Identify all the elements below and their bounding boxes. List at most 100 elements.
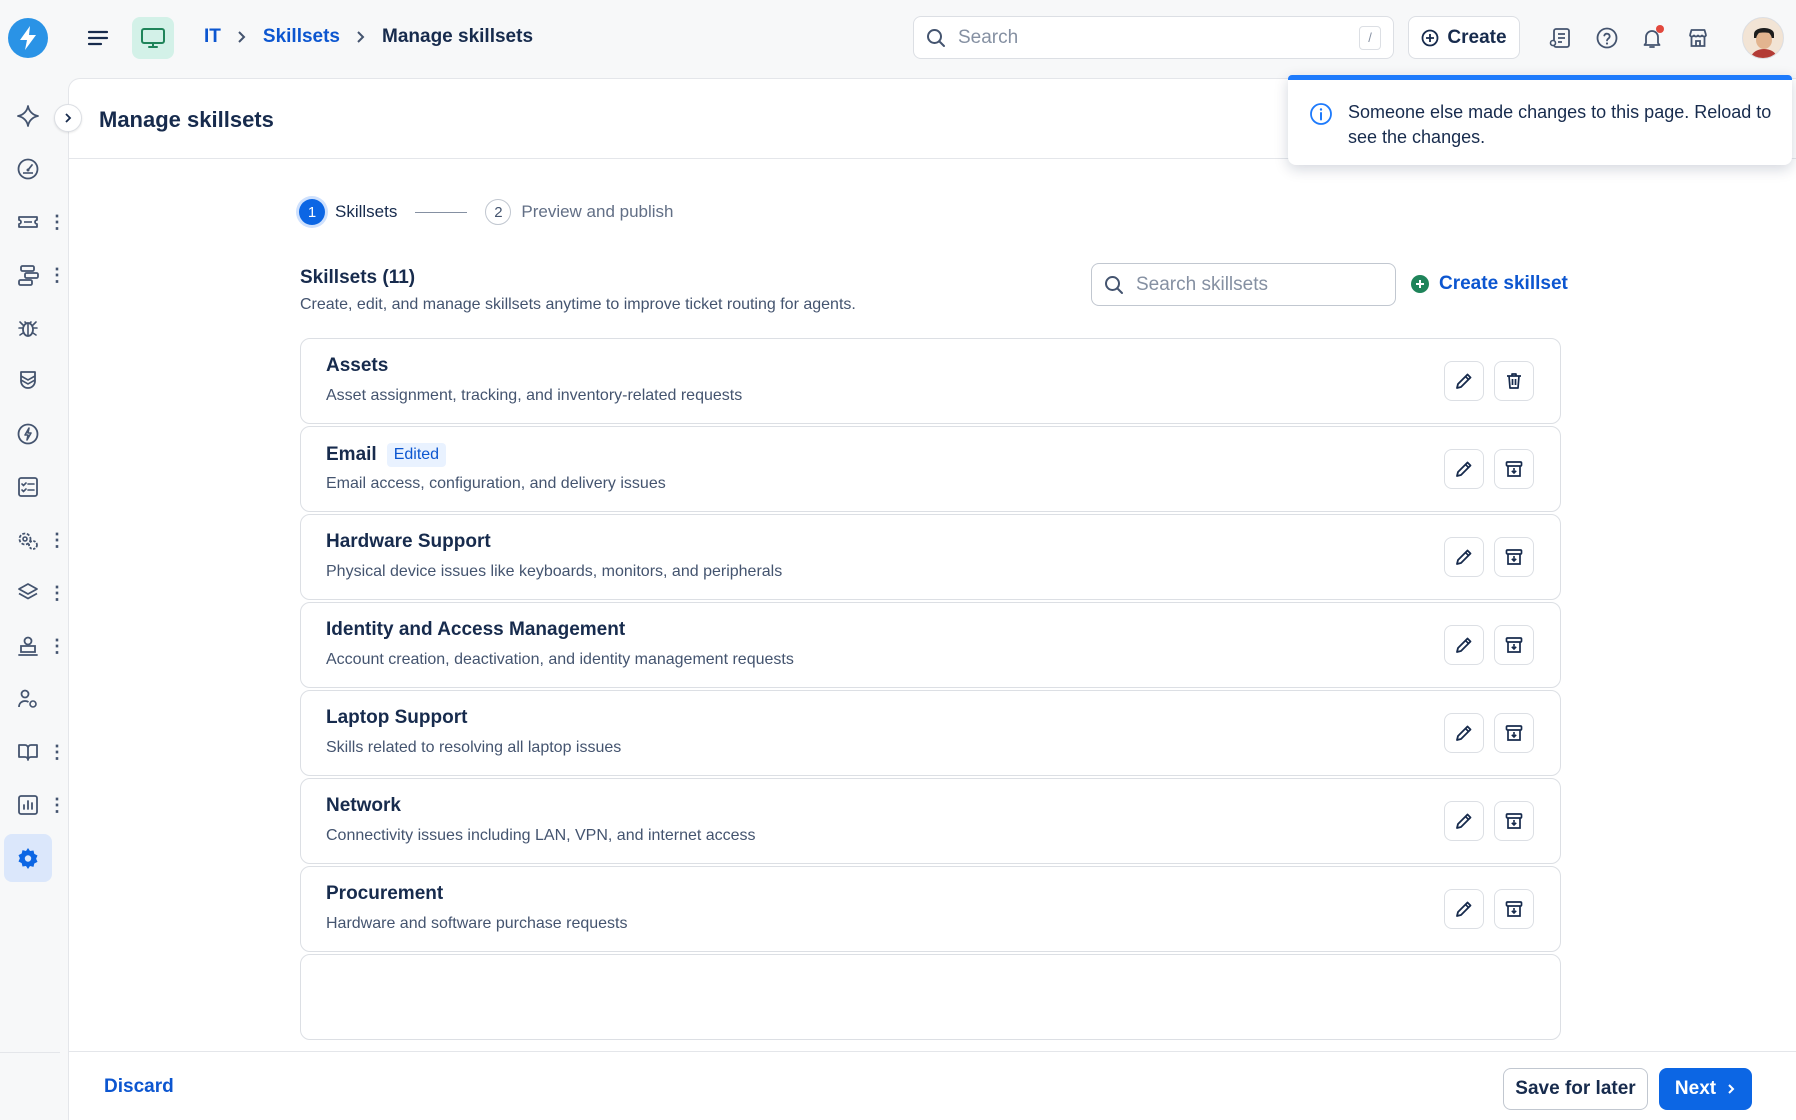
- sidebar-item-tickets[interactable]: [8, 202, 48, 242]
- sparkle-icon: [17, 105, 39, 127]
- edit-button[interactable]: [1444, 449, 1484, 489]
- more-options-icon[interactable]: ⋮: [48, 210, 66, 234]
- skillset-description: Physical device issues like keyboards, m…: [326, 563, 783, 580]
- space-monitor-icon[interactable]: [132, 17, 174, 59]
- pencil-icon: [1456, 813, 1472, 829]
- pencil-icon: [1456, 725, 1472, 741]
- archive-button[interactable]: [1494, 625, 1534, 665]
- user-settings-icon: [18, 689, 37, 708]
- marketplace-store-icon[interactable]: [1684, 24, 1712, 52]
- step-2-indicator: 2: [485, 199, 512, 225]
- skillset-description: Connectivity issues including LAN, VPN, …: [326, 827, 756, 844]
- sidebar-item-problems[interactable]: [8, 308, 48, 348]
- archive-button[interactable]: [1494, 889, 1534, 929]
- edit-button[interactable]: [1444, 889, 1484, 929]
- sidebar-item-customers[interactable]: [8, 679, 48, 719]
- search-icon: [1105, 275, 1123, 294]
- top-navigation-bar: IT Skillsets Manage skillsets Search / C…: [0, 0, 1796, 76]
- changes-notification-flag[interactable]: Someone else made changes to this page. …: [1288, 75, 1792, 165]
- sidebar-item-reports[interactable]: [8, 785, 48, 825]
- pencil-icon: [1456, 549, 1472, 565]
- notifications-bell-icon[interactable]: [1638, 24, 1666, 52]
- skillset-list: Assets Asset assignment, tracking, and i…: [300, 338, 1561, 1120]
- skillsets-heading: Skillsets (11): [300, 267, 416, 288]
- bug-icon: [18, 321, 38, 337]
- sidebar-item-operations[interactable]: [8, 520, 48, 560]
- plus-circle-icon: [1422, 29, 1439, 46]
- app-logo-icon[interactable]: [8, 18, 48, 58]
- release-notes-icon[interactable]: [1547, 24, 1575, 52]
- next-button[interactable]: Next: [1659, 1068, 1752, 1110]
- skillset-description: Skills related to resolving all laptop i…: [326, 739, 622, 756]
- sidebar-item-dashboard[interactable]: [8, 149, 48, 189]
- sidebar-item-incidents[interactable]: [8, 414, 48, 454]
- more-options-icon[interactable]: ⋮: [48, 263, 66, 287]
- skillset-card: Assets Asset assignment, tracking, and i…: [300, 338, 1561, 424]
- notification-message: Someone else made changes to this page. …: [1348, 102, 1772, 147]
- bolt-circle-icon: [17, 423, 39, 445]
- chevron-right-icon: [65, 113, 72, 123]
- edit-button[interactable]: [1444, 537, 1484, 577]
- archive-button[interactable]: [1494, 713, 1534, 753]
- step-connector: [415, 211, 468, 213]
- archive-icon: [1505, 637, 1523, 653]
- sidebar-item-tasks[interactable]: [8, 467, 48, 507]
- archive-icon: [1505, 549, 1523, 565]
- skillset-card: Hardware Support Physical device issues …: [300, 514, 1561, 600]
- edit-button[interactable]: [1444, 625, 1484, 665]
- shield-icon: [20, 371, 36, 389]
- sidebar-item-assets[interactable]: [8, 573, 48, 613]
- delete-button[interactable]: [1494, 361, 1534, 401]
- pencil-icon: [1456, 461, 1472, 477]
- discard-button[interactable]: Discard: [104, 1076, 174, 1098]
- gears-icon: [18, 532, 38, 550]
- sidebar-item-changes[interactable]: [8, 361, 48, 401]
- menu-icon[interactable]: [84, 24, 112, 52]
- archive-button[interactable]: [1494, 449, 1534, 489]
- more-options-icon[interactable]: ⋮: [48, 793, 66, 817]
- skillset-card: Identity and Access Management Account c…: [300, 602, 1561, 688]
- global-search-input[interactable]: Search /: [913, 16, 1394, 59]
- more-options-icon[interactable]: ⋮: [48, 740, 66, 764]
- step-1-indicator: 1: [299, 199, 325, 225]
- archive-button[interactable]: [1494, 801, 1534, 841]
- sidebar-item-knowledge-base[interactable]: [8, 732, 48, 772]
- search-shortcut-hint: /: [1359, 25, 1381, 50]
- more-options-icon[interactable]: ⋮: [48, 528, 66, 552]
- archive-icon: [1505, 725, 1523, 741]
- pencil-icon: [1456, 637, 1472, 653]
- sidebar-item-ai-sparkle[interactable]: [8, 96, 48, 136]
- skillset-name: Procurement: [326, 883, 444, 904]
- breadcrumb-current: Manage skillsets: [382, 26, 534, 47]
- edit-button[interactable]: [1444, 361, 1484, 401]
- sidebar-item-workflows[interactable]: [8, 255, 48, 295]
- skillset-card-partial: [300, 954, 1561, 1040]
- help-icon[interactable]: [1593, 24, 1621, 52]
- breadcrumb-it[interactable]: IT: [204, 26, 221, 48]
- search-skillsets-input[interactable]: Search skillsets: [1091, 263, 1396, 306]
- edit-button[interactable]: [1444, 713, 1484, 753]
- archive-icon: [1505, 461, 1523, 477]
- archive-icon: [1505, 813, 1523, 829]
- breadcrumb-skillsets[interactable]: Skillsets: [263, 26, 340, 48]
- sidebar-item-settings[interactable]: [4, 834, 52, 882]
- skillset-name: Laptop Support: [326, 707, 468, 728]
- edit-button[interactable]: [1444, 801, 1484, 841]
- create-button[interactable]: Create: [1408, 16, 1520, 59]
- more-options-icon[interactable]: ⋮: [48, 634, 66, 658]
- skillset-name: Hardware Support: [326, 531, 491, 552]
- create-skillset-button[interactable]: Create skillset: [1411, 273, 1568, 295]
- gauge-icon: [17, 158, 39, 180]
- save-for-later-button[interactable]: Save for later: [1503, 1068, 1648, 1110]
- more-options-icon[interactable]: ⋮: [48, 581, 66, 605]
- sidebar-item-service-desk[interactable]: [8, 626, 48, 666]
- sidebar-divider: [0, 1052, 60, 1053]
- expand-sidebar-button[interactable]: [54, 104, 82, 132]
- archive-button[interactable]: [1494, 537, 1534, 577]
- search-placeholder: Search: [958, 26, 1019, 48]
- notification-dot: [1656, 25, 1664, 33]
- ticket-icon: [18, 216, 38, 228]
- pencil-icon: [1456, 901, 1472, 917]
- chevron-right-icon: [356, 30, 366, 44]
- user-avatar[interactable]: [1742, 17, 1784, 59]
